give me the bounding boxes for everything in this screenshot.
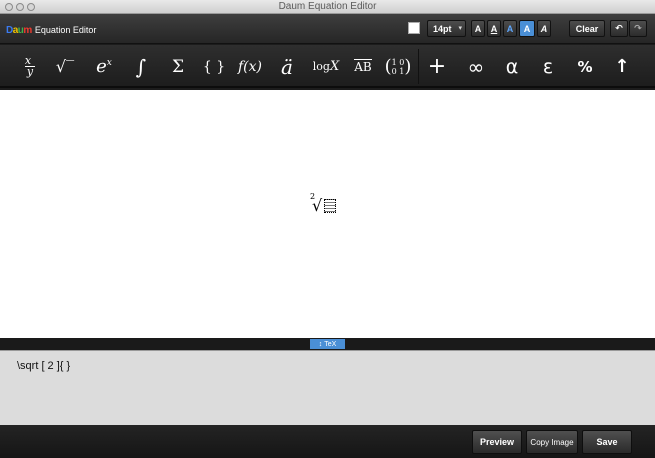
redo-icon: ↷ <box>634 23 642 33</box>
greek-epsilon-button[interactable]: ε <box>531 45 565 88</box>
window-titlebar: Daum Equation Editor <box>0 0 655 14</box>
window-title: Daum Equation Editor <box>278 1 377 12</box>
footer-bar: Preview Copy Image Save <box>0 425 655 458</box>
brackets-icon: { } <box>202 58 226 75</box>
greek-alpha-button[interactable]: α <box>495 45 529 88</box>
matrix-button[interactable]: (1 00 1) <box>381 45 415 88</box>
integral-icon: ∫ <box>135 54 147 79</box>
color-a-button[interactable]: A <box>503 20 517 37</box>
alpha-icon: α <box>505 55 519 78</box>
fraction-button[interactable]: xy <box>12 45 48 88</box>
app-header: Daum Equation Editor <box>0 14 655 44</box>
epsilon-icon: ε <box>542 55 554 78</box>
highlight-button[interactable]: A <box>519 20 535 37</box>
clear-button[interactable]: Clear <box>569 20 605 37</box>
preview-button[interactable]: Preview <box>472 430 522 454</box>
font-size-value: 14pt <box>433 23 452 34</box>
fraction-icon: xy <box>24 54 36 78</box>
integral-button[interactable]: ∫ <box>124 45 158 88</box>
infinity-button[interactable]: ∞ <box>457 45 495 88</box>
undo-button[interactable]: ↶ <box>610 20 628 37</box>
underline-button[interactable]: A <box>487 20 501 37</box>
square-root-button[interactable]: √‾ <box>48 45 82 88</box>
summation-button[interactable]: Σ <box>160 45 196 88</box>
percent-icon: % <box>577 57 593 76</box>
logarithm-icon: logX <box>312 59 340 74</box>
operator-button[interactable]: + <box>420 45 454 88</box>
function-button[interactable]: f(x) <box>232 45 268 88</box>
collapse-arrow-icon: ↕ <box>318 340 323 348</box>
italic-button[interactable]: A <box>537 20 551 37</box>
tex-source-editor[interactable]: \sqrt [ 2 ]{ } <box>0 350 655 425</box>
redo-button[interactable]: ↷ <box>629 20 647 37</box>
overline-icon: AB <box>354 59 372 74</box>
tex-divider: ↕ TeX <box>0 338 655 350</box>
arrow-button[interactable]: ↑ <box>605 45 639 88</box>
tex-toggle-tab[interactable]: ↕ TeX <box>310 339 345 349</box>
daum-logo-mark: Daum <box>6 24 32 36</box>
save-button[interactable]: Save <box>582 430 632 454</box>
root-symbol: √ <box>312 196 323 215</box>
summation-icon: Σ <box>171 56 185 77</box>
exponent-icon: ex <box>96 56 112 77</box>
logo-text: Equation Editor <box>34 25 97 35</box>
root-placeholder[interactable] <box>324 199 336 213</box>
plus-icon: + <box>427 54 447 79</box>
font-size-select[interactable]: 14pt ▾ <box>427 20 466 37</box>
app-logo: Daum Equation Editor <box>6 23 96 37</box>
overline-button[interactable]: AB <box>346 45 380 88</box>
matrix-icon: (1 00 1) <box>384 56 412 77</box>
infinity-icon: ∞ <box>467 54 485 79</box>
accent-icon: ä <box>281 54 293 79</box>
font-color-swatch[interactable] <box>408 22 420 34</box>
tex-source-text[interactable]: \sqrt [ 2 ]{ } <box>17 360 70 372</box>
undo-icon: ↶ <box>615 23 623 33</box>
accent-button[interactable]: ä <box>269 45 305 88</box>
bold-button[interactable]: A <box>471 20 485 37</box>
up-arrow-icon: ↑ <box>614 56 630 77</box>
copy-image-button[interactable]: Copy Image <box>526 430 578 454</box>
toolbar-divider <box>418 49 419 84</box>
symbol-toolbar: xy √‾ ex ∫ Σ { } f(x) ä logX AB (1 00 1)… <box>0 45 655 88</box>
function-icon: f(x) <box>237 58 262 75</box>
square-root-icon: √‾ <box>55 57 75 76</box>
percent-button[interactable]: % <box>568 45 602 88</box>
logarithm-button[interactable]: logX <box>306 45 346 88</box>
exponent-button[interactable]: ex <box>85 45 123 88</box>
brackets-button[interactable]: { } <box>197 45 231 88</box>
chevron-down-icon: ▾ <box>458 25 462 32</box>
equation-canvas[interactable]: 2 √ <box>0 90 655 338</box>
